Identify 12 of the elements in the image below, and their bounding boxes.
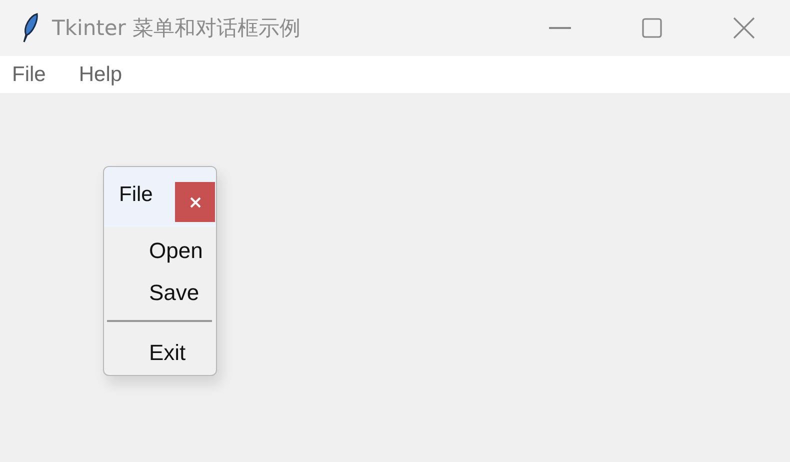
menu-item[interactable]: Exit (104, 332, 216, 374)
menu-item[interactable]: Save (104, 272, 216, 314)
minimize-icon (549, 27, 571, 29)
maximize-icon (642, 18, 662, 38)
close-icon (190, 196, 200, 208)
menu-item[interactable]: File (4, 62, 54, 86)
menu-item[interactable]: Help (70, 62, 130, 86)
close-icon (733, 17, 755, 39)
menu-item[interactable]: Open (104, 230, 216, 272)
window-title: Tkinter 菜单和对话框示例 (52, 15, 301, 42)
close-button[interactable] (175, 182, 215, 222)
menu-window-title: File (119, 183, 153, 207)
